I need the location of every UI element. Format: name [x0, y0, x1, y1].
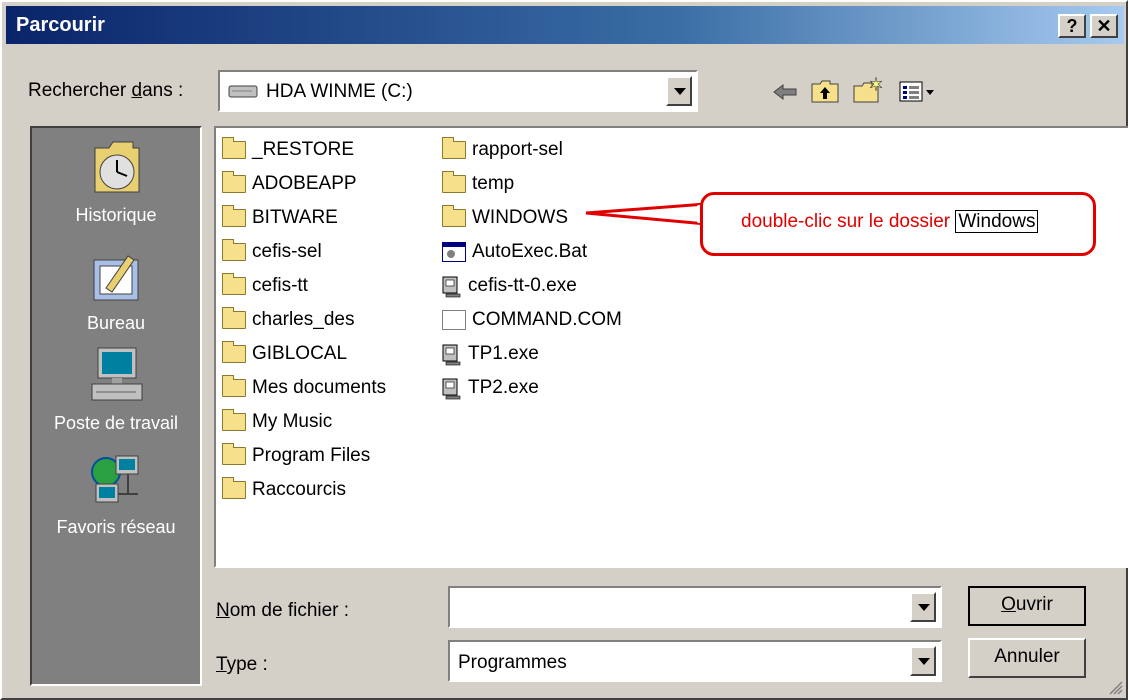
view-menu-icon[interactable]	[898, 80, 938, 104]
folder-icon	[442, 171, 466, 193]
file-item-name: cefis-sel	[252, 241, 322, 262]
file-item-name: temp	[472, 173, 515, 194]
file-item-folder[interactable]: WINDOWS	[442, 202, 568, 234]
file-item-folder[interactable]: _RESTORE	[222, 134, 354, 166]
filetype-dropdown-button[interactable]	[910, 646, 936, 676]
file-item-name: charles_des	[252, 309, 355, 330]
file-item-file[interactable]: AutoExec.Bat	[442, 236, 587, 268]
file-item-folder[interactable]: rapport-sel	[442, 134, 563, 166]
look-in-label: Rechercher dans :	[28, 80, 184, 101]
file-item-folder[interactable]: My Music	[222, 406, 332, 438]
folder-icon	[222, 273, 246, 295]
folder-icon	[222, 171, 246, 193]
annotation-boxed-word: Windows	[955, 210, 1039, 233]
file-item-name: cefis-tt	[252, 275, 308, 296]
file-item-folder[interactable]: Raccourcis	[222, 474, 346, 506]
drive-icon	[228, 85, 258, 98]
file-item-name: cefis-tt-0.exe	[468, 275, 577, 296]
filetype-select[interactable]: Programmes	[448, 640, 942, 682]
help-button[interactable]: ?	[1058, 14, 1086, 38]
executable-icon	[442, 276, 462, 298]
folder-icon	[222, 137, 246, 159]
file-item-folder[interactable]: cefis-sel	[222, 236, 322, 268]
file-item-name: My Music	[252, 411, 333, 432]
back-arrow-icon[interactable]	[772, 82, 798, 102]
network-icon	[91, 455, 139, 503]
command-file-icon	[442, 310, 466, 330]
file-item-name: Mes documents	[252, 377, 387, 398]
executable-icon	[442, 378, 462, 400]
place-history[interactable]: Historique	[32, 138, 200, 226]
folder-icon	[222, 239, 246, 261]
filename-input[interactable]	[448, 586, 942, 628]
folder-icon	[442, 205, 466, 227]
file-item-folder[interactable]: Mes documents	[222, 372, 386, 404]
file-item-name: TP2.exe	[468, 377, 539, 398]
filetype-label: Type :	[216, 654, 268, 675]
file-item-folder[interactable]: cefis-tt	[222, 270, 308, 302]
file-item-folder[interactable]: charles_des	[222, 304, 354, 336]
file-item-name: rapport-sel	[472, 139, 563, 160]
annotation-pointer	[585, 202, 708, 226]
file-item-name: AutoExec.Bat	[472, 241, 588, 262]
browse-dialog: Parcourir ? ✕ Rechercher dans : HDA WINM…	[0, 0, 1128, 700]
cancel-button[interactable]: Annuler	[968, 638, 1086, 678]
place-my-computer[interactable]: Poste de travail	[32, 344, 200, 434]
title-bar[interactable]: Parcourir ? ✕	[6, 6, 1124, 44]
history-icon	[94, 141, 140, 193]
close-button[interactable]: ✕	[1090, 14, 1118, 38]
computer-icon	[91, 347, 143, 401]
folder-icon	[222, 443, 246, 465]
file-item-name: COMMAND.COM	[472, 309, 622, 330]
file-item-folder[interactable]: Program Files	[222, 440, 370, 472]
new-folder-icon[interactable]	[852, 76, 884, 104]
open-button[interactable]: Ouvrir	[968, 586, 1086, 626]
look-in-combobox[interactable]: HDA WINME (C:)	[218, 70, 698, 112]
file-item-folder[interactable]: ADOBEAPP	[222, 168, 357, 200]
file-item-name: _RESTORE	[252, 139, 355, 160]
dialog-title: Parcourir	[16, 14, 105, 36]
chevron-down-icon	[674, 88, 686, 95]
folder-icon	[222, 205, 246, 227]
file-item-name: Program Files	[252, 445, 371, 466]
up-folder-icon[interactable]	[810, 78, 840, 104]
file-item-folder[interactable]: BITWARE	[222, 202, 338, 234]
look-in-value: HDA WINME (C:)	[266, 81, 413, 102]
filename-dropdown-button[interactable]	[910, 592, 936, 622]
annotation-callout: double-clic sur le dossier Windows	[700, 192, 1096, 256]
filetype-value: Programmes	[458, 652, 567, 673]
annotation-text: double-clic sur le dossier	[741, 211, 956, 232]
file-item-file[interactable]: TP1.exe	[442, 338, 539, 370]
place-desktop[interactable]: Bureau	[32, 246, 200, 334]
file-item-name: WINDOWS	[472, 207, 569, 228]
folder-icon	[442, 137, 466, 159]
places-bar: Historique Bureau Poste de travail Favor…	[30, 126, 202, 686]
batch-file-icon	[442, 242, 466, 262]
file-item-name: ADOBEAPP	[252, 173, 357, 194]
file-item-folder[interactable]: GIBLOCAL	[222, 338, 347, 370]
folder-icon	[222, 307, 246, 329]
executable-icon	[442, 344, 462, 366]
file-item-name: BITWARE	[252, 207, 338, 228]
chevron-down-icon	[918, 604, 930, 611]
file-item-file[interactable]: COMMAND.COM	[442, 304, 622, 336]
file-item-file[interactable]: TP2.exe	[442, 372, 539, 404]
file-item-name: TP1.exe	[468, 343, 539, 364]
chevron-down-icon	[918, 658, 930, 665]
file-item-name: GIBLOCAL	[252, 343, 348, 364]
file-item-file[interactable]: cefis-tt-0.exe	[442, 270, 577, 302]
desktop-icon	[93, 255, 139, 301]
folder-icon	[222, 341, 246, 363]
resize-grip-icon[interactable]	[1106, 678, 1124, 696]
folder-icon	[222, 375, 246, 397]
folder-icon	[222, 409, 246, 431]
file-item-name: Raccourcis	[252, 479, 346, 500]
file-item-folder[interactable]: temp	[442, 168, 514, 200]
filename-label: Nom de fichier :	[216, 600, 350, 621]
folder-icon	[222, 477, 246, 499]
look-in-dropdown-button[interactable]	[666, 76, 692, 106]
place-network[interactable]: Favoris réseau	[32, 450, 200, 538]
